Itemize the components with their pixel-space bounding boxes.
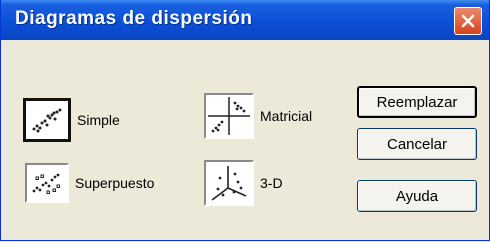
close-button[interactable] <box>454 7 482 35</box>
option-3d-label: 3-D <box>260 175 283 191</box>
simple-scatter-icon[interactable] <box>23 98 71 142</box>
option-overlay-label: Superpuesto <box>75 175 155 191</box>
option-matrix[interactable]: Matricial <box>204 93 312 139</box>
overlay-scatter-icon[interactable] <box>25 163 69 203</box>
option-simple[interactable]: Simple <box>23 98 120 142</box>
scatter-dialog: Diagramas de dispersión Simple Superpues… <box>0 0 490 241</box>
window-title: Diagramas de dispersión <box>15 8 253 29</box>
matrix-scatter-icon[interactable] <box>204 93 254 139</box>
option-simple-label: Simple <box>77 112 120 128</box>
option-3d[interactable]: 3-D <box>204 160 283 206</box>
option-overlay[interactable]: Superpuesto <box>25 163 154 203</box>
help-button[interactable]: Ayuda <box>357 180 477 212</box>
close-icon <box>461 14 475 28</box>
cancel-button[interactable]: Cancelar <box>357 128 477 160</box>
option-matrix-label: Matricial <box>260 108 313 124</box>
title-bar[interactable]: Diagramas de dispersión <box>1 0 489 40</box>
replace-button[interactable]: Reemplazar <box>357 86 477 118</box>
3d-scatter-icon[interactable] <box>204 160 254 206</box>
